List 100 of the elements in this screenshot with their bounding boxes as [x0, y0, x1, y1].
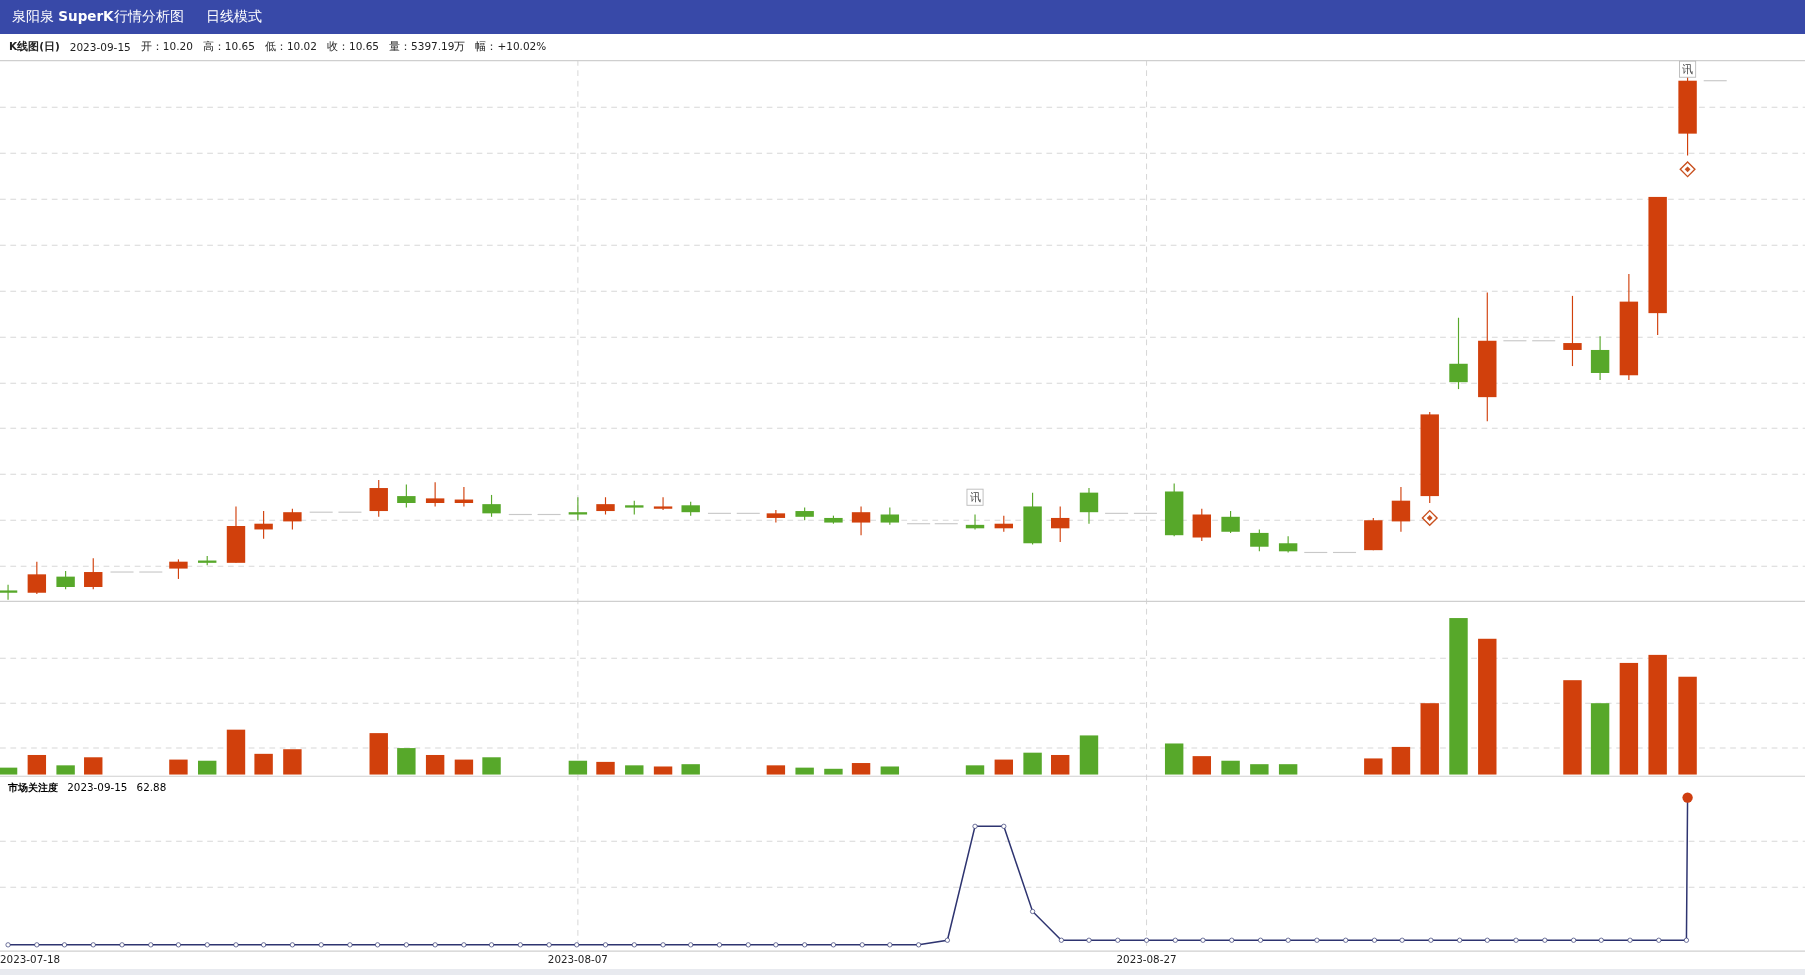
news-marker[interactable]: 讯 [1679, 60, 1697, 78]
candlestick [425, 481, 445, 508]
quote-field: 幅：+10.02% [475, 40, 547, 54]
axis-date-label: 2023-08-27 [1116, 953, 1177, 966]
volume-bar [851, 763, 871, 775]
candlestick [681, 501, 700, 517]
candlestick [1221, 510, 1240, 534]
volume-bar [596, 761, 615, 775]
flat-dash [1303, 551, 1328, 554]
candlestick [1391, 486, 1411, 533]
volume-bar [824, 768, 843, 775]
axis-date-label: 2023-07-18 [0, 953, 61, 966]
volume-bar [994, 759, 1013, 775]
date-label: 2023-09-15 [69, 41, 131, 53]
volume-bar [766, 765, 786, 775]
candlestick [482, 494, 501, 518]
candlestick [994, 515, 1013, 533]
mode-label: 日线模式 [205, 8, 262, 26]
candlestick [965, 513, 985, 531]
flat-dash [309, 511, 334, 513]
candlestick [1590, 335, 1610, 381]
quote-field: 收：10.65 [326, 40, 379, 54]
candlestick [1051, 505, 1070, 543]
candlestick [1250, 528, 1269, 552]
candlestick [653, 496, 673, 511]
quote-field: 量：5397.19万 [389, 40, 466, 54]
volume-bar [1164, 743, 1184, 775]
volume-bar [84, 757, 103, 775]
candlestick [226, 505, 246, 564]
volume-bar [1278, 764, 1298, 775]
volume-bar [0, 767, 18, 775]
candlestick [1278, 535, 1298, 554]
volume-bar [198, 760, 217, 775]
candlestick [824, 515, 843, 525]
volume-bar [653, 766, 673, 775]
candlestick [1563, 295, 1582, 367]
flat-dash [1502, 340, 1527, 342]
candlestick [795, 507, 814, 521]
candlestick [397, 484, 416, 509]
candlestick [169, 558, 188, 580]
chart-title: K线图(日) [9, 40, 60, 54]
flat-dash [1104, 512, 1129, 514]
volume-bar [1192, 756, 1211, 775]
volume-bar [56, 765, 75, 775]
flat-dash [707, 512, 732, 514]
volume-bar [425, 755, 445, 775]
volume-bar [482, 757, 501, 775]
volume-bar [1079, 735, 1099, 775]
volume-bar [226, 729, 246, 775]
candlestick [84, 557, 103, 590]
volume-bar [1023, 752, 1042, 775]
news-marker[interactable]: 讯 [966, 488, 984, 506]
volume-bar [625, 765, 644, 775]
volume-bar [397, 748, 416, 775]
flat-dash [934, 523, 959, 525]
volume-bar [1420, 703, 1439, 775]
volume-bar [681, 764, 700, 775]
volume-bar [454, 759, 474, 775]
attention-label: 市场关注度 2023-09-15 62.88 [8, 780, 167, 793]
volume-bar [1221, 760, 1240, 775]
volume-bar [1051, 755, 1070, 775]
volume-bar [169, 759, 188, 775]
candlestick [1192, 508, 1211, 542]
flat-dash [1332, 551, 1357, 554]
volume-bar [880, 766, 900, 775]
flat-dash [1531, 340, 1556, 342]
flat-dash [508, 513, 533, 516]
volume-bar [1364, 758, 1383, 775]
flat-dash [906, 523, 931, 525]
flat-dash [109, 571, 135, 573]
quote-field: 开：10.20 [140, 40, 193, 54]
candlestick [880, 507, 900, 526]
candlestick [454, 486, 474, 508]
flat-dash [1133, 512, 1158, 514]
candlestick [0, 584, 18, 601]
axis-date-label: 2023-08-07 [547, 953, 608, 966]
flat-dash [337, 511, 363, 513]
candlestick [766, 509, 786, 524]
volume-bar [369, 733, 388, 775]
candlestick [851, 505, 871, 536]
candlestick [1023, 492, 1042, 545]
flat-dash [537, 513, 562, 516]
volume-bar [568, 760, 588, 775]
candlestick [283, 508, 302, 531]
volume-bar [27, 755, 47, 775]
candlestick [568, 496, 588, 521]
volume-bar [283, 749, 302, 775]
quote-field: 低：10.02 [264, 40, 317, 54]
candlestick [596, 496, 615, 516]
flat-dash [736, 512, 761, 514]
volume-bar [965, 765, 985, 775]
volume-bar [254, 753, 273, 775]
candlestick [56, 570, 75, 590]
candlestick [198, 555, 217, 566]
volume-bar [1391, 746, 1411, 775]
flat-dash [138, 571, 163, 573]
volume-bar [1250, 764, 1269, 775]
quote-field: 高：10.65 [202, 40, 255, 54]
candlestick [369, 479, 388, 518]
window-title: 泉阳泉 SuperK行情分析图 [12, 8, 184, 26]
